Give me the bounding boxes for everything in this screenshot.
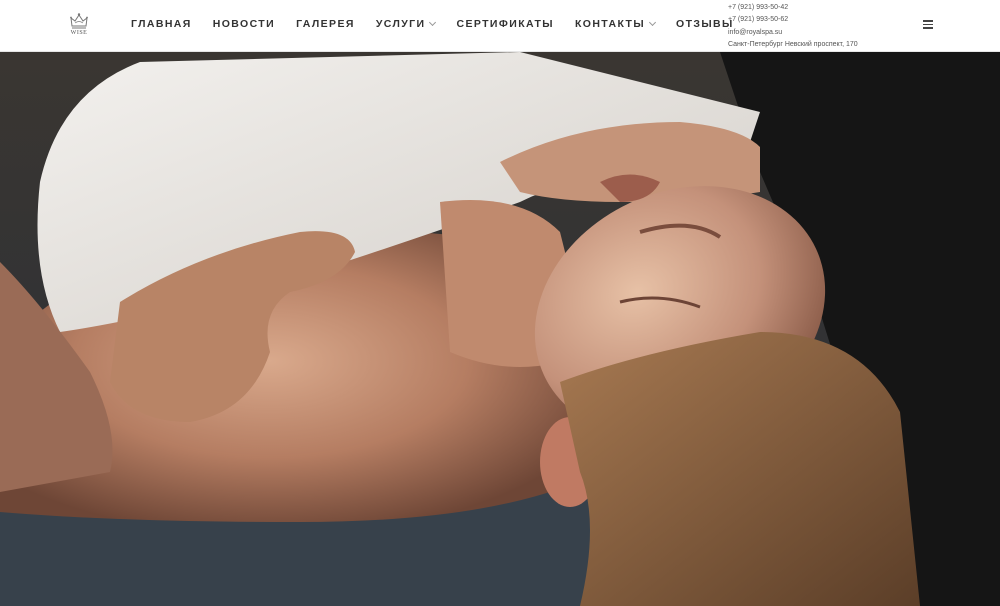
- nav-item-label: НОВОСТИ: [212, 18, 276, 30]
- nav-item-contacts[interactable]: КОНТАКТЫ: [574, 18, 657, 30]
- nav-item-news[interactable]: НОВОСТИ: [213, 18, 275, 30]
- nav-item-home[interactable]: ГЛАВНАЯ: [131, 18, 192, 30]
- address-text: Санкт-Петербург Невский проспект, 170: [728, 41, 858, 49]
- phone-link-1[interactable]: +7 (921) 993-50-42: [728, 2, 858, 14]
- nav-item-label: ОТЗЫВЫ: [676, 18, 734, 30]
- nav-item-label: ГЛАВНАЯ: [131, 18, 192, 30]
- nav-item-services[interactable]: УСЛУГИ: [375, 18, 437, 30]
- massage-photo: [0, 52, 1000, 606]
- nav-item-label: КОНТАКТЫ: [574, 18, 646, 30]
- hamburger-menu-icon[interactable]: [923, 20, 933, 29]
- header-contacts: +7 (921) 993-50-42 +7 (921) 993-50-62 in…: [728, 2, 858, 52]
- email-link[interactable]: info@royalspa.su: [728, 27, 858, 39]
- phone-link-2[interactable]: +7 (921) 993-50-62: [728, 14, 858, 26]
- chevron-down-icon: [648, 18, 657, 26]
- nav-item-label: ГАЛЕРЕЯ: [296, 18, 355, 30]
- nav-item-gallery[interactable]: ГАЛЕРЕЯ: [296, 18, 355, 30]
- crown-emblem-icon: [70, 13, 88, 29]
- logo-text: WISE: [70, 30, 88, 36]
- nav-item-reviews[interactable]: ОТЗЫВЫ: [676, 18, 734, 30]
- nav-item-certificates[interactable]: СЕРТИФИКАТЫ: [456, 18, 553, 30]
- hero-image: [0, 52, 1000, 606]
- site-logo[interactable]: WISE: [64, 12, 94, 42]
- chevron-down-icon: [429, 18, 437, 26]
- nav-item-label: УСЛУГИ: [375, 18, 426, 30]
- nav-item-label: СЕРТИФИКАТЫ: [456, 18, 554, 30]
- main-nav: ГЛАВНАЯ НОВОСТИ ГАЛЕРЕЯ УСЛУГИ СЕРТИФИКА…: [131, 18, 755, 30]
- site-header: WISE ГЛАВНАЯ НОВОСТИ ГАЛЕРЕЯ УСЛУГИ СЕРТ…: [0, 0, 1000, 52]
